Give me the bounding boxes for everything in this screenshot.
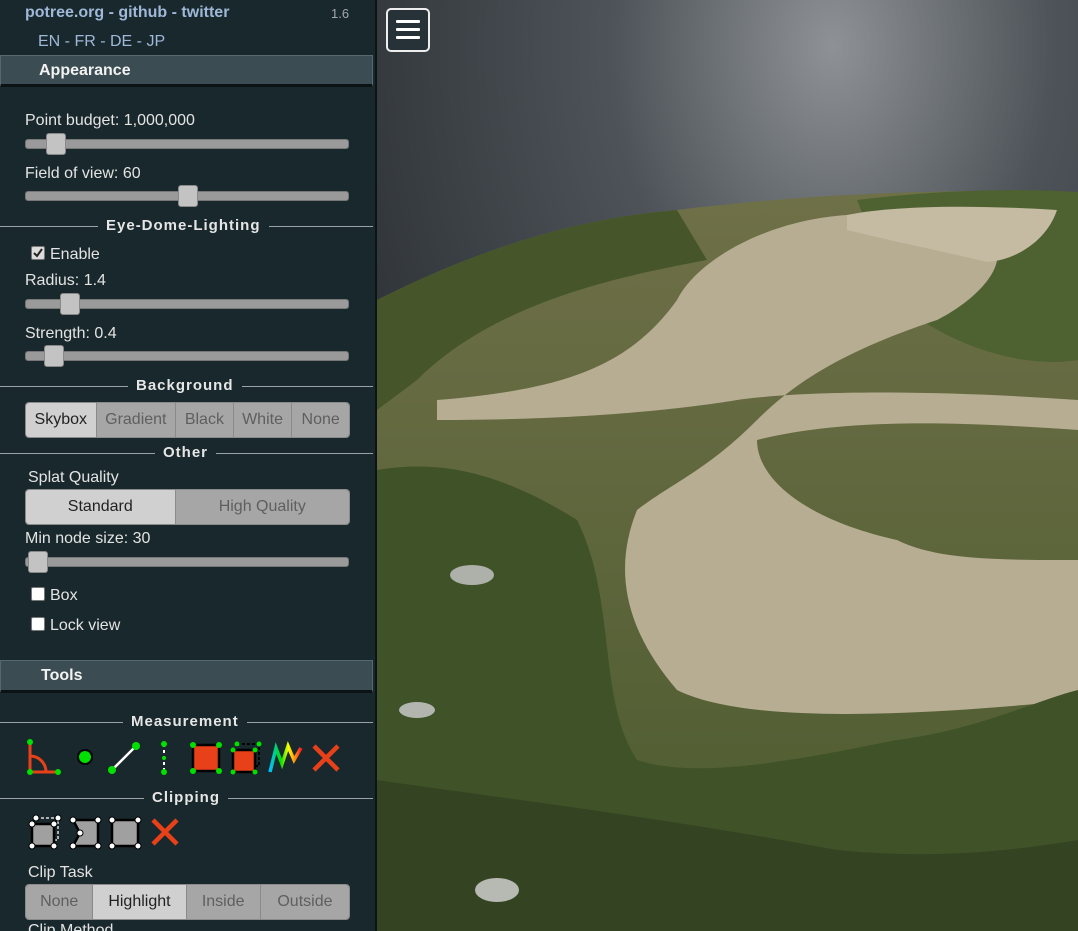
splat-standard-button[interactable]: Standard	[26, 490, 176, 524]
fov-slider[interactable]	[25, 185, 349, 207]
point-cloud-viewport[interactable]	[377, 0, 1078, 931]
radius-thumb[interactable]	[60, 293, 80, 315]
height-icon[interactable]	[154, 740, 174, 776]
splat-quality-label: Splat Quality	[28, 469, 119, 486]
clip-task-outside-button[interactable]: Outside	[260, 885, 349, 919]
height-profile-icon[interactable]	[268, 740, 304, 776]
background-gradient-button[interactable]: Gradient	[96, 403, 177, 437]
clip-polygon-icon[interactable]	[68, 814, 104, 852]
tools-section-header[interactable]: Tools	[0, 660, 373, 693]
version-label: 1.6	[331, 6, 350, 21]
background-skybox-button[interactable]: Skybox	[26, 403, 97, 437]
clipping-title: Clipping	[144, 789, 228, 806]
edl-enable-label: Enable	[50, 246, 100, 263]
appearance-title: Appearance	[39, 62, 131, 79]
background-none-button[interactable]: None	[292, 403, 349, 437]
measurement-title: Measurement	[123, 713, 247, 730]
fov-label: Field of view: 60	[25, 165, 141, 182]
volume-icon[interactable]	[228, 740, 264, 776]
clip-task-label: Clip Task	[28, 864, 93, 881]
clip-task-button-group: None Highlight Inside Outside	[25, 884, 350, 920]
radius-slider[interactable]	[25, 293, 349, 315]
point-budget-thumb[interactable]	[46, 133, 66, 155]
remove-clipping-icon[interactable]	[149, 816, 181, 848]
appearance-section-header[interactable]: Appearance	[0, 55, 373, 87]
area-icon[interactable]	[188, 740, 224, 776]
clip-task-inside-button[interactable]: Inside	[186, 885, 261, 919]
background-button-group: Skybox Gradient Black White None	[25, 402, 350, 438]
remove-measurements-icon[interactable]	[310, 742, 342, 774]
menu-toggle-button[interactable]	[386, 8, 430, 52]
edl-title: Eye-Dome-Lighting	[98, 217, 269, 234]
splat-high-quality-button[interactable]: High Quality	[175, 490, 349, 524]
sidebar: potree.org - github - twitter 1.6 EN - F…	[0, 0, 375, 931]
point-budget-slider[interactable]	[25, 133, 349, 155]
strength-label: Strength: 0.4	[25, 325, 117, 342]
clip-volume-icon[interactable]	[27, 814, 65, 852]
fov-thumb[interactable]	[178, 185, 198, 207]
lock-view-label: Lock view	[50, 617, 121, 634]
tools-title: Tools	[41, 667, 83, 684]
box-label: Box	[50, 587, 78, 604]
strength-slider[interactable]	[25, 345, 349, 367]
edl-enable-checkbox[interactable]	[31, 246, 45, 260]
header-links[interactable]: potree.org - github - twitter	[25, 4, 229, 22]
min-node-size-label: Min node size: 30	[25, 530, 151, 547]
clip-task-none-button[interactable]: None	[26, 885, 94, 919]
clip-task-highlight-button[interactable]: Highlight	[93, 885, 187, 919]
background-title: Background	[128, 377, 242, 394]
strength-thumb[interactable]	[44, 345, 64, 367]
lock-view-checkbox[interactable]	[31, 617, 45, 631]
min-node-size-thumb[interactable]	[28, 551, 48, 573]
point-budget-label: Point budget: 1,000,000	[25, 112, 195, 129]
clip-box-icon[interactable]	[107, 814, 143, 852]
point-cloud-render[interactable]	[377, 0, 1078, 931]
min-node-size-slider[interactable]	[25, 551, 349, 573]
language-links[interactable]: EN - FR - DE - JP	[38, 33, 165, 51]
radius-label: Radius: 1.4	[25, 272, 106, 289]
distance-icon[interactable]	[106, 740, 142, 776]
background-white-button[interactable]: White	[233, 403, 293, 437]
angle-icon[interactable]	[24, 738, 64, 778]
clip-method-label: Clip Method	[28, 922, 114, 931]
background-black-button[interactable]: Black	[176, 403, 234, 437]
splat-quality-button-group: Standard High Quality	[25, 489, 350, 525]
other-title: Other	[155, 444, 217, 461]
box-checkbox[interactable]	[31, 587, 45, 601]
point-icon[interactable]	[72, 744, 98, 770]
